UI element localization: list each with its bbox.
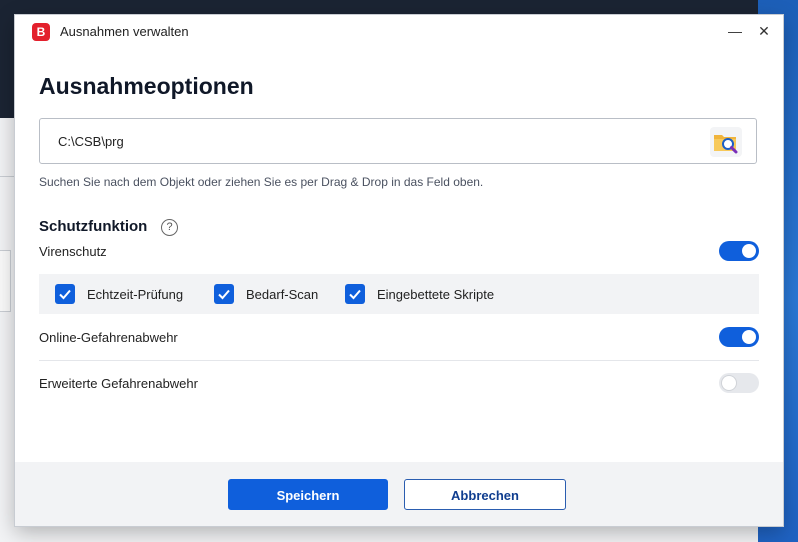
background-divider <box>0 176 14 177</box>
path-input-value[interactable]: C:\CSB\prg <box>58 134 124 149</box>
online-protection-toggle[interactable] <box>719 327 759 347</box>
option-label: Eingebettete Skripte <box>377 287 495 302</box>
toggle-knob <box>742 330 756 344</box>
checkbox-ondemand[interactable] <box>214 284 234 304</box>
dialog-footer: Speichern Abbrechen <box>15 462 783 526</box>
advanced-protection-label: Erweiterte Gefahrenabwehr <box>39 376 198 391</box>
save-button[interactable]: Speichern <box>228 479 388 510</box>
title-bar: B Ausnahmen verwalten — ✕ <box>15 15 783 47</box>
toggle-knob <box>722 376 736 390</box>
folder-search-icon[interactable] <box>710 127 742 157</box>
checkbox-scripts[interactable] <box>345 284 365 304</box>
check-icon <box>349 289 361 300</box>
exceptions-dialog: B Ausnahmen verwalten — ✕ Ausnahmeoption… <box>15 15 783 526</box>
virus-options-panel: Echtzeit-Prüfung Bedarf-Scan Eingebettet… <box>39 274 759 314</box>
minimize-button[interactable]: — <box>721 19 749 43</box>
checkbox-realtime[interactable] <box>55 284 75 304</box>
background-panel <box>0 250 11 312</box>
path-input[interactable]: C:\CSB\prg <box>39 118 757 164</box>
cancel-button[interactable]: Abbrechen <box>404 479 566 510</box>
divider <box>39 360 759 361</box>
help-icon[interactable]: ? <box>161 219 178 236</box>
section-title-protection: Schutzfunktion <box>39 218 148 235</box>
option-label: Echtzeit-Prüfung <box>87 287 184 302</box>
page-title: Ausnahmeoptionen <box>39 73 254 99</box>
advanced-protection-toggle[interactable] <box>719 373 759 393</box>
toggle-knob <box>742 244 756 258</box>
online-protection-label: Online-Gefahrenabwehr <box>39 330 178 345</box>
virus-protection-label: Virenschutz <box>39 244 107 259</box>
check-icon <box>59 289 71 300</box>
window-title: Ausnahmen verwalten <box>60 24 189 39</box>
close-button[interactable]: ✕ <box>750 19 778 43</box>
option-label: Bedarf-Scan <box>246 287 319 302</box>
drag-drop-hint: Suchen Sie nach dem Objekt oder ziehen S… <box>39 175 484 189</box>
virus-protection-toggle[interactable] <box>719 241 759 261</box>
app-logo-icon: B <box>32 23 50 41</box>
check-icon <box>218 289 230 300</box>
